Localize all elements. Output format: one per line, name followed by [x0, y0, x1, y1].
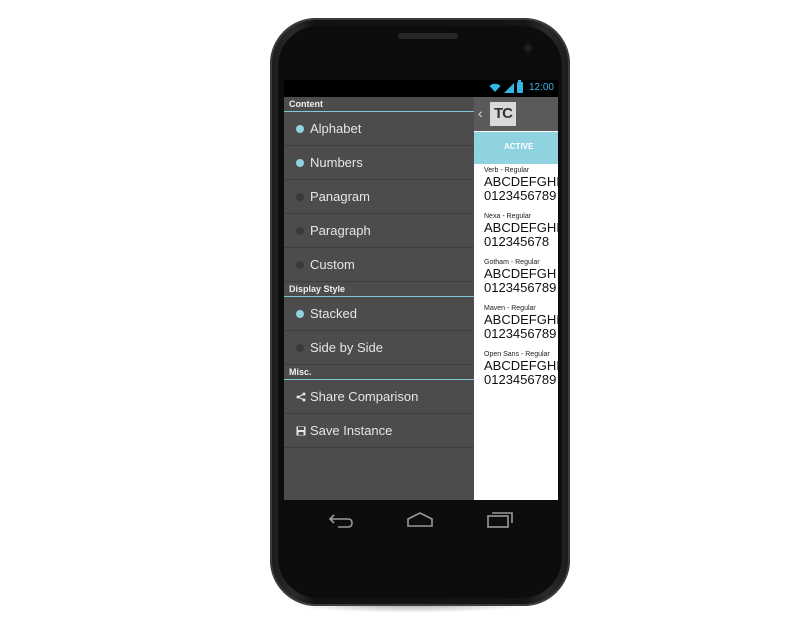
sample-alphabet: ABCDEFGH	[484, 266, 557, 281]
font-sample[interactable]: Verb - Regular ABCDEFGHIJ 0123456789	[484, 167, 558, 213]
sample-numbers: 0123456789	[484, 280, 557, 295]
save-icon	[296, 426, 306, 435]
font-sample[interactable]: Nexa - Regular ABCDEFGHI 012345678	[484, 213, 558, 259]
screen: 12:00 Content Alphabet Numbers Panagram …	[284, 80, 558, 500]
drawer-item-save-instance[interactable]: Save Instance	[284, 414, 474, 448]
tab-active[interactable]: ACTIVE	[504, 142, 533, 151]
chevron-left-icon[interactable]: ‹	[478, 105, 483, 121]
drawer-item-label: Paragraph	[310, 223, 371, 238]
section-header-display-style: Display Style	[284, 282, 474, 297]
drawer-item-label: Numbers	[310, 155, 363, 170]
font-name: Nexa - Regular	[484, 213, 532, 220]
sample-numbers: 0123456789	[484, 372, 557, 387]
recents-icon[interactable]	[480, 508, 520, 532]
selected-dot-icon	[296, 158, 304, 167]
drawer-item-custom[interactable]: Custom	[284, 248, 474, 282]
navigation-drawer: Content Alphabet Numbers Panagram Paragr…	[284, 97, 474, 500]
sample-numbers: 0123456789	[484, 188, 557, 203]
tab-bar: ACTIVE	[474, 132, 558, 164]
font-sample[interactable]: Open Sans - Regular ABCDEFGHI 0123456789	[484, 351, 558, 397]
drawer-item-paragraph[interactable]: Paragraph	[284, 214, 474, 248]
drawer-item-label: Share Comparison	[310, 389, 419, 404]
drawer-item-side-by-side[interactable]: Side by Side	[284, 331, 474, 365]
front-camera	[524, 44, 532, 52]
drawer-item-stacked[interactable]: Stacked	[284, 297, 474, 331]
earpiece	[398, 33, 458, 39]
drawer-item-alphabet[interactable]: Alphabet	[284, 112, 474, 146]
font-sample[interactable]: Gotham - Regular ABCDEFGH 0123456789	[484, 259, 558, 305]
section-header-content: Content	[284, 97, 474, 112]
drawer-item-share-comparison[interactable]: Share Comparison	[284, 380, 474, 414]
unselected-dot-icon	[296, 343, 304, 352]
section-header-misc: Misc.	[284, 365, 474, 380]
status-bar: 12:00	[284, 80, 558, 97]
share-icon	[296, 392, 306, 401]
drawer-item-numbers[interactable]: Numbers	[284, 146, 474, 180]
app-logo[interactable]: TC	[490, 102, 516, 126]
battery-icon	[516, 80, 523, 93]
main-panel: ‹ TC ACTIVE Verb - Regular ABCDEFGHIJ 01…	[474, 97, 558, 500]
drawer-item-panagram[interactable]: Panagram	[284, 180, 474, 214]
font-name: Verb - Regular	[484, 167, 530, 174]
sample-alphabet: ABCDEFGHIJ	[484, 312, 558, 327]
drawer-item-label: Custom	[310, 257, 355, 272]
font-sample[interactable]: Maven - Regular ABCDEFGHIJ 0123456789	[484, 305, 558, 351]
back-icon[interactable]	[320, 508, 360, 532]
selected-dot-icon	[296, 309, 304, 318]
sample-numbers: 012345678	[484, 234, 550, 249]
drawer-item-label: Alphabet	[310, 121, 362, 136]
unselected-dot-icon	[296, 260, 304, 269]
drawer-item-label: Side by Side	[310, 340, 383, 355]
font-name: Maven - Regular	[484, 305, 536, 312]
status-time: 12:00	[528, 82, 554, 93]
sample-alphabet: ABCDEFGHI	[484, 220, 558, 235]
selected-dot-icon	[296, 124, 304, 133]
unselected-dot-icon	[296, 226, 304, 235]
sample-alphabet: ABCDEFGHI	[484, 358, 558, 373]
sample-alphabet: ABCDEFGHIJ	[484, 174, 558, 189]
signal-icon	[503, 82, 514, 93]
home-icon[interactable]	[400, 508, 440, 532]
sample-numbers: 0123456789	[484, 326, 557, 341]
font-name: Open Sans - Regular	[484, 351, 550, 358]
wifi-icon	[489, 83, 501, 92]
system-nav-bar	[310, 508, 530, 532]
font-name: Gotham - Regular	[484, 259, 540, 266]
unselected-dot-icon	[296, 192, 304, 201]
action-bar: ‹ TC	[474, 97, 558, 131]
font-sample-list: Verb - Regular ABCDEFGHIJ 0123456789 Nex…	[474, 164, 558, 397]
drawer-item-label: Panagram	[310, 189, 370, 204]
drawer-item-label: Save Instance	[310, 423, 393, 438]
drawer-item-label: Stacked	[310, 306, 357, 321]
